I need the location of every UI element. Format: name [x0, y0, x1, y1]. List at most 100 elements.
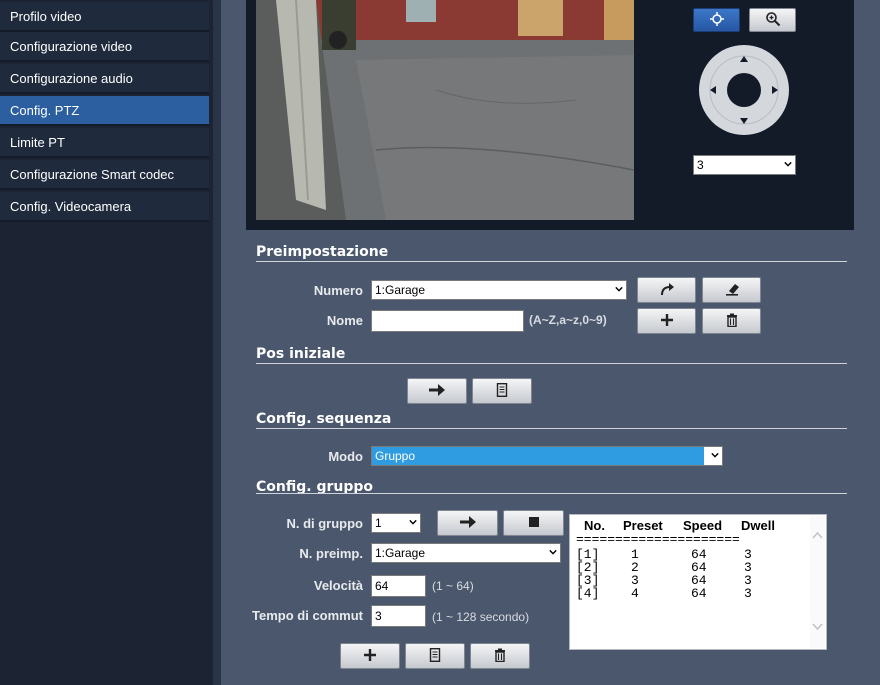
- group-stop-button[interactable]: [503, 510, 564, 536]
- preset-add-button[interactable]: [637, 308, 696, 334]
- ptz-speed-value: 3: [697, 158, 704, 172]
- sidebar-item-label: Profilo video: [10, 9, 82, 24]
- group-dwell-value: 3: [375, 609, 382, 623]
- section-divider: [256, 493, 847, 494]
- group-save-button[interactable]: [405, 643, 465, 669]
- move-crosshair-icon: [709, 11, 725, 30]
- sidebar-item-configurazione-audio[interactable]: Configurazione audio: [0, 64, 209, 94]
- table-header-preset: Preset: [623, 518, 663, 533]
- group-speed-value: 64: [375, 579, 389, 593]
- group-start-button[interactable]: [437, 510, 498, 536]
- stop-icon: [528, 515, 540, 531]
- section-divider: [256, 261, 847, 262]
- sequence-section-title: Config. sequenza: [256, 411, 392, 427]
- sidebar-item-label: Configurazione video: [10, 39, 133, 54]
- preset-delete-button[interactable]: [702, 308, 761, 334]
- preset-goto-button[interactable]: [637, 277, 696, 303]
- sidebar-item-label: Config. PTZ: [10, 103, 80, 118]
- group-number-select[interactable]: 1: [371, 513, 421, 533]
- zoom-in-icon: [765, 11, 781, 30]
- group-preset-value: 1:Garage: [375, 546, 426, 560]
- trash-icon: [725, 313, 739, 330]
- sidebar-item-label: Configurazione Smart codec: [10, 167, 175, 182]
- table-cell: [4]: [576, 586, 600, 601]
- home-save-button[interactable]: [472, 378, 532, 404]
- table-row: [1] 1 64 3: [576, 548, 796, 561]
- document-icon: [496, 382, 508, 400]
- preset-name-hint: (A~Z,a~z,0~9): [529, 313, 607, 327]
- sidebar-item-smart-codec[interactable]: Configurazione Smart codec: [0, 160, 209, 190]
- chevron-down-icon: [711, 452, 719, 458]
- plus-icon: [363, 648, 377, 665]
- document-icon: [429, 647, 441, 665]
- group-preset-table[interactable]: No. Preset Speed Dwell =================…: [569, 514, 827, 650]
- sequence-mode-label: Modo: [328, 449, 363, 464]
- sidebar-item-config-videocamera[interactable]: Config. Videocamera: [0, 192, 209, 222]
- sequence-mode-select[interactable]: Gruppo: [371, 446, 723, 466]
- camera-live-view[interactable]: [256, 0, 634, 220]
- table-scrollbar[interactable]: [810, 516, 825, 648]
- table-cell: 3: [744, 586, 752, 601]
- sidebar-item-limite-pt[interactable]: Limite PT: [0, 128, 209, 158]
- sidebar-item-label: Config. Videocamera: [10, 199, 132, 214]
- table-header-dwell: Dwell: [741, 518, 775, 533]
- table-row: [4] 4 64 3: [576, 587, 796, 600]
- group-dwell-hint: (1 ~ 128 secondo): [432, 610, 530, 624]
- main-content: 3 Preimpostazione Numero 1:Garage Nome (…: [221, 0, 880, 685]
- table-header-speed: Speed: [683, 518, 723, 533]
- eraser-icon: [724, 282, 740, 299]
- trash-icon: [493, 648, 507, 665]
- ptz-move-button[interactable]: [693, 8, 740, 32]
- preset-name-input[interactable]: [371, 310, 524, 332]
- sidebar-item-config-ptz[interactable]: Config. PTZ: [0, 96, 209, 126]
- sidebar: Profilo video Configurazione video Confi…: [0, 0, 221, 685]
- chevron-down-icon: [784, 161, 792, 167]
- table-row: [2] 2 64 3: [576, 561, 796, 574]
- group-dwell-input[interactable]: 3: [371, 605, 426, 627]
- chevron-down-icon: [615, 286, 623, 292]
- preset-clear-button[interactable]: [702, 277, 761, 303]
- ptz-speed-select[interactable]: 3: [693, 155, 796, 175]
- sidebar-divider: [213, 0, 221, 685]
- group-delete-button[interactable]: [470, 643, 530, 669]
- chevron-down-icon: [549, 549, 557, 555]
- sidebar-item-label: Configurazione audio: [10, 71, 133, 86]
- group-speed-hint: (1 ~ 64): [432, 579, 474, 593]
- home-go-button[interactable]: [407, 378, 467, 404]
- sidebar-item-configurazione-video[interactable]: Configurazione video: [0, 32, 209, 62]
- preset-number-label: Numero: [313, 283, 363, 298]
- preset-number-value: 1:Garage: [375, 283, 426, 297]
- right-arrow-icon: [459, 515, 477, 531]
- chevron-down-icon: [409, 519, 417, 525]
- table-separator: =====================: [576, 532, 740, 547]
- table-row: [3] 3 64 3: [576, 574, 796, 587]
- goto-arrow-icon: [659, 282, 675, 299]
- ptz-joystick[interactable]: [699, 45, 789, 135]
- group-add-button[interactable]: [340, 643, 400, 669]
- plus-icon: [660, 313, 674, 330]
- table-cell: 4: [631, 586, 639, 601]
- group-dwell-label: Tempo di commut: [252, 608, 363, 623]
- home-section-title: Pos iniziale: [256, 346, 346, 362]
- preset-section-title: Preimpostazione: [256, 244, 389, 260]
- right-arrow-icon: [428, 383, 446, 399]
- sidebar-item-label: Limite PT: [10, 135, 65, 150]
- section-divider: [256, 363, 847, 364]
- group-number-label: N. di gruppo: [286, 516, 363, 531]
- sequence-mode-value: Gruppo: [375, 449, 416, 463]
- group-preset-select[interactable]: 1:Garage: [371, 543, 561, 563]
- preset-number-select[interactable]: 1:Garage: [371, 280, 627, 300]
- table-header: No. Preset Speed Dwell: [584, 518, 804, 533]
- group-number-value: 1: [375, 516, 382, 530]
- ptz-zoom-button[interactable]: [749, 8, 796, 32]
- group-speed-label: Velocità: [313, 578, 363, 593]
- group-preset-label: N. preimp.: [299, 546, 363, 561]
- table-header-no: No.: [584, 518, 605, 533]
- table-rows: [1] 1 64 3 [2] 2 64 3 [3] 3 64 3 [4] 4 64 3: [576, 548, 796, 600]
- section-divider: [256, 428, 847, 429]
- video-panel: 3: [246, 0, 854, 230]
- sidebar-item-profilo-video[interactable]: Profilo video: [0, 2, 209, 32]
- preset-name-label: Nome: [326, 313, 363, 328]
- group-speed-input[interactable]: 64: [371, 575, 426, 597]
- table-cell: 64: [691, 586, 707, 601]
